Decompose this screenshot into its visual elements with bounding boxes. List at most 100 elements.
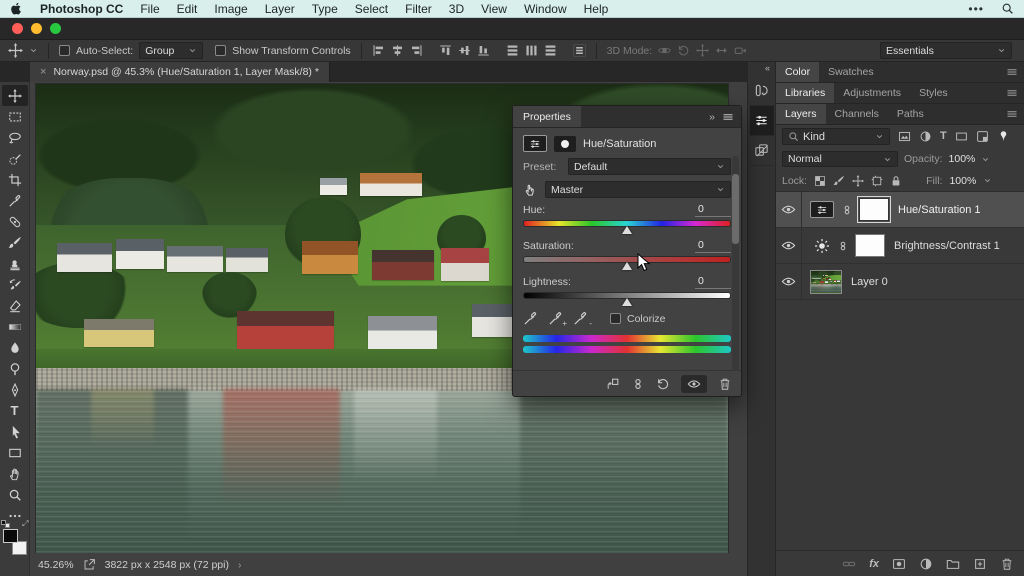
tool-lasso[interactable]	[2, 127, 28, 148]
distribute-top-icon[interactable]	[506, 44, 519, 57]
filter-pixel-layers-icon[interactable]	[898, 130, 911, 143]
workspace-dropdown[interactable]: Essentials	[880, 42, 1012, 59]
auto-align-layers-icon[interactable]	[573, 44, 586, 57]
eyedropper-sample-icon[interactable]	[523, 311, 538, 326]
menu-extras-icon[interactable]: •••	[968, 2, 984, 16]
lock-transparent-pixels-icon[interactable]	[814, 175, 826, 187]
tool-dodge[interactable]	[2, 358, 28, 379]
foreground-color-swatch[interactable]	[3, 529, 18, 543]
filter-adjustment-layers-icon[interactable]	[919, 130, 932, 143]
layer-image-thumbnail[interactable]	[810, 270, 842, 294]
mask-badge-icon[interactable]	[554, 136, 576, 152]
layer-row-hue-saturation[interactable]: Hue/Saturation 1	[776, 192, 1024, 228]
layer-mask-thumbnail[interactable]	[859, 198, 889, 221]
lock-artboard-icon[interactable]	[871, 175, 883, 187]
properties-tab[interactable]: Properties	[513, 106, 581, 127]
filter-type-layers-icon[interactable]: T	[940, 131, 947, 142]
background-color-swatch[interactable]	[12, 541, 27, 555]
layer-visibility-cell[interactable]	[776, 192, 802, 227]
lock-image-pixels-icon[interactable]	[833, 175, 845, 187]
document-tab[interactable]: × Norway.psd @ 45.3% (Hue/Saturation 1, …	[30, 62, 330, 82]
align-top-edges-icon[interactable]	[439, 44, 452, 57]
hue-value-field[interactable]: 0	[695, 203, 731, 217]
collapse-panel-icon[interactable]: »	[709, 111, 715, 123]
apple-menu-icon[interactable]	[10, 2, 23, 15]
tool-clone-stamp[interactable]	[2, 253, 28, 274]
align-left-edges-icon[interactable]	[372, 44, 385, 57]
panel-menu-icon[interactable]	[1006, 87, 1018, 99]
lightness-slider[interactable]	[523, 292, 731, 299]
window-close-button[interactable]	[12, 23, 23, 34]
layer-visibility-cell[interactable]	[776, 228, 802, 263]
properties-panel-button[interactable]	[750, 106, 774, 136]
menu-image[interactable]: Image	[214, 2, 247, 16]
tool-zoom[interactable]	[2, 484, 28, 505]
fill-value[interactable]: 100%	[949, 175, 976, 187]
menu-help[interactable]: Help	[584, 2, 609, 16]
tab-adjustments[interactable]: Adjustments	[834, 83, 910, 103]
tool-rectangular-marquee[interactable]	[2, 106, 28, 127]
export-icon[interactable]	[83, 558, 96, 571]
menu-layer[interactable]: Layer	[265, 2, 295, 16]
colorize-checkbox[interactable]	[610, 313, 621, 324]
tool-blur[interactable]	[2, 337, 28, 358]
menu-file[interactable]: File	[140, 2, 159, 16]
tool-spot-healing[interactable]	[2, 211, 28, 232]
saturation-value-field[interactable]: 0	[695, 239, 731, 253]
tab-layers[interactable]: Layers	[776, 104, 826, 124]
auto-select-dropdown[interactable]: Group	[139, 42, 203, 59]
panel-menu-icon[interactable]	[1006, 66, 1018, 78]
distribute-bottom-icon[interactable]	[544, 44, 557, 57]
menu-view[interactable]: View	[481, 2, 507, 16]
lightness-value-field[interactable]: 0	[695, 275, 731, 289]
tool-history-brush[interactable]	[2, 274, 28, 295]
layer-filter-dropdown[interactable]: Kind	[782, 128, 890, 145]
saturation-slider[interactable]	[523, 256, 731, 263]
align-vertical-centers-icon[interactable]	[458, 44, 471, 57]
status-chevron-icon[interactable]: ›	[238, 559, 242, 571]
tool-move[interactable]	[2, 85, 28, 106]
lock-all-icon[interactable]	[890, 175, 902, 187]
menu-filter[interactable]: Filter	[405, 2, 432, 16]
clone-source-panel-button[interactable]	[750, 136, 774, 166]
layer-row-brightness-contrast[interactable]: Brightness/Contrast 1	[776, 228, 1024, 264]
tool-eraser[interactable]	[2, 295, 28, 316]
layer-mask-thumbnail[interactable]	[855, 234, 885, 257]
history-panel-button[interactable]	[750, 76, 774, 106]
align-right-edges-icon[interactable]	[410, 44, 423, 57]
tool-type[interactable]: T	[2, 400, 28, 421]
layer-style-icon[interactable]: fx	[869, 558, 879, 570]
channel-dropdown[interactable]: Master	[545, 181, 731, 198]
tool-gradient[interactable]	[2, 316, 28, 337]
eyedropper-subtract-icon[interactable]: -	[573, 311, 588, 326]
align-horizontal-centers-icon[interactable]	[391, 44, 404, 57]
tool-crop[interactable]	[2, 169, 28, 190]
tool-quick-selection[interactable]	[2, 148, 28, 169]
add-layer-mask-icon[interactable]	[892, 557, 906, 571]
targeted-adjustment-icon[interactable]	[523, 182, 538, 197]
tool-rectangle[interactable]	[2, 442, 28, 463]
layer-name[interactable]: Layer 0	[851, 276, 888, 288]
tool-pen[interactable]	[2, 379, 28, 400]
hue-slider-thumb[interactable]	[622, 226, 632, 234]
tab-styles[interactable]: Styles	[910, 83, 957, 103]
zoom-level-field[interactable]: 45.26%	[38, 559, 74, 571]
new-adjustment-layer-icon[interactable]	[919, 557, 933, 571]
tool-eyedropper[interactable]	[2, 190, 28, 211]
new-layer-icon[interactable]	[973, 557, 987, 571]
menu-window[interactable]: Window	[524, 2, 567, 16]
tab-color[interactable]: Color	[776, 62, 819, 82]
eyedropper-add-icon[interactable]: +	[548, 311, 563, 326]
show-transform-checkbox[interactable]	[215, 45, 226, 56]
align-bottom-edges-icon[interactable]	[477, 44, 490, 57]
mask-link-icon[interactable]	[841, 204, 853, 216]
default-colors-icon[interactable]	[1, 520, 10, 528]
properties-scrollbar[interactable]	[732, 156, 739, 371]
chevron-down-icon[interactable]	[29, 46, 38, 55]
chevron-down-icon[interactable]	[983, 176, 992, 185]
filter-toggle-icon[interactable]	[997, 130, 1010, 143]
lightness-slider-thumb[interactable]	[622, 298, 632, 306]
clip-to-layer-icon[interactable]	[606, 377, 620, 391]
app-menu[interactable]: Photoshop CC	[40, 2, 123, 16]
distribute-centers-icon[interactable]	[525, 44, 538, 57]
